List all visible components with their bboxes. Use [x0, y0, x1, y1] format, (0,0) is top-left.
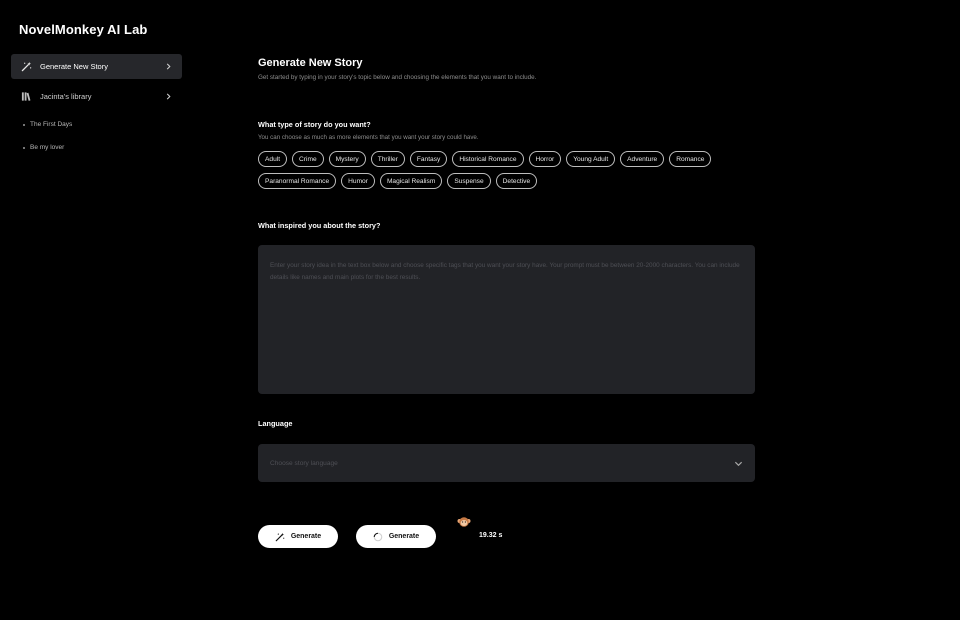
loading-button-label: Generate: [388, 533, 420, 540]
generate-loading-button[interactable]: Generate: [356, 525, 436, 548]
story-type-heading: What type of story do you want?: [258, 120, 371, 129]
genre-tag[interactable]: Young Adult: [566, 151, 616, 167]
library-item-label: Be my lover: [30, 144, 65, 151]
genre-tag[interactable]: Romance: [669, 151, 712, 167]
actions-row: Generate Generate 19.32 s: [258, 517, 517, 548]
language-select-placeholder: Choose story language: [270, 459, 338, 467]
inspiration-heading: What inspired you about the story?: [258, 221, 381, 230]
genre-tag[interactable]: Detective: [495, 173, 538, 189]
genre-tag[interactable]: Magical Realism: [379, 173, 443, 189]
generate-button[interactable]: Generate: [258, 525, 338, 548]
magic-wand-icon: [275, 532, 285, 542]
library-list: The First Days Be my lover: [11, 113, 182, 159]
library-item-label: The First Days: [30, 121, 73, 128]
sidebar-item-generate-new-story[interactable]: Generate New Story: [11, 54, 182, 79]
spinner-icon: [373, 532, 383, 542]
chevron-down-icon: [733, 458, 743, 468]
genre-tag[interactable]: Horror: [528, 151, 562, 167]
genre-tag[interactable]: Paranormal Romance: [258, 173, 337, 189]
genre-tag[interactable]: Thriller: [370, 151, 405, 167]
genre-tag[interactable]: Mystery: [328, 151, 366, 167]
story-type-hint: You can choose as much as more elements …: [258, 134, 479, 141]
app-title: NovelMonkey AI Lab: [19, 22, 148, 37]
language-heading: Language: [258, 419, 293, 428]
chevron-right-icon: [164, 93, 172, 101]
timer-value: 19.32 s: [479, 532, 503, 539]
library-item-the-first-days[interactable]: The First Days: [11, 113, 182, 136]
sidebar-item-library[interactable]: Jacinta's library: [11, 84, 182, 109]
library-item-be-my-lover[interactable]: Be my lover: [11, 136, 182, 159]
genre-tag[interactable]: Adventure: [620, 151, 665, 167]
chevron-right-icon: [164, 63, 172, 71]
story-idea-textarea[interactable]: Enter your story idea in the text box be…: [258, 245, 755, 394]
language-section: Language Choose story language: [258, 419, 755, 482]
genre-tag[interactable]: Historical Romance: [452, 151, 524, 167]
genre-tag[interactable]: Adult: [258, 151, 288, 167]
sidebar-item-label: Generate New Story: [40, 62, 108, 71]
page-title: Generate New Story: [258, 57, 363, 69]
genre-tag[interactable]: Fantasy: [409, 151, 448, 167]
bullet-icon: [23, 146, 25, 149]
main-content: Generate New Story Get started by typing…: [258, 57, 755, 548]
sidebar-item-label: Jacinta's library: [40, 92, 92, 101]
library-icon: [20, 91, 32, 103]
page-subtitle: Get started by typing in your story's to…: [258, 74, 537, 81]
story-type-section: What type of story do you want? You can …: [258, 120, 755, 189]
genre-tag[interactable]: Suspense: [447, 173, 491, 189]
sidebar: Generate New Story Jacinta's library The…: [11, 54, 182, 159]
monkey-icon: [457, 515, 471, 527]
inspiration-section: What inspired you about the story? Enter…: [258, 221, 755, 394]
genre-tags: Adult Crime Mystery Thriller Fantasy His…: [258, 151, 728, 189]
generate-button-label: Generate: [290, 533, 322, 540]
genre-tag[interactable]: Crime: [292, 151, 324, 167]
bullet-icon: [23, 123, 25, 126]
generation-timer: 19.32 s: [457, 517, 517, 548]
magic-wand-icon: [20, 61, 32, 73]
genre-tag[interactable]: Humor: [341, 173, 375, 189]
language-select[interactable]: Choose story language: [258, 444, 755, 482]
